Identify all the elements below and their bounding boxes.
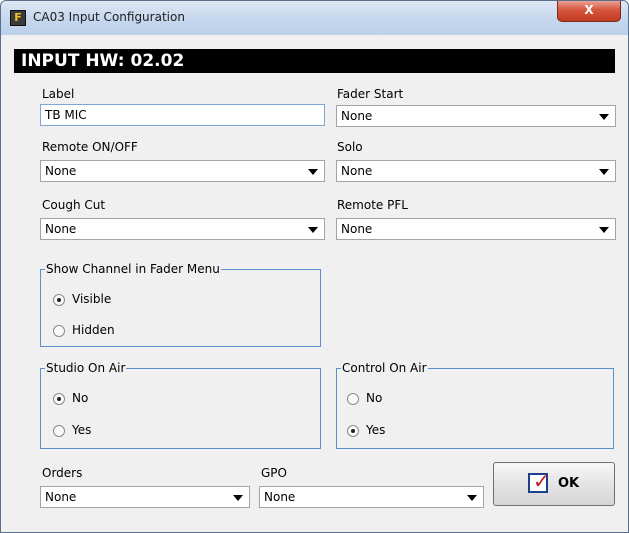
fader-start-dropdown[interactable]: None: [336, 105, 616, 127]
solo-dropdown[interactable]: None: [336, 160, 616, 182]
control-no-radio[interactable]: [347, 393, 359, 405]
studio-yes-label: Yes: [72, 423, 92, 437]
close-icon: X: [584, 3, 594, 17]
close-button[interactable]: X: [557, 1, 621, 22]
studio-on-air-title: Studio On Air: [45, 361, 127, 375]
control-yes-label: Yes: [366, 423, 386, 437]
dropdown-arrow-icon: [308, 169, 318, 175]
dropdown-arrow-icon: [308, 227, 318, 233]
remote-onoff-caption: Remote ON/OFF: [42, 140, 138, 154]
cough-cut-caption: Cough Cut: [42, 198, 106, 212]
dropdown-arrow-icon: [467, 495, 477, 501]
title-bar[interactable]: F CA03 Input Configuration: [1, 1, 628, 35]
ok-check-icon: ✓: [528, 469, 550, 493]
check-mark: ✓: [533, 469, 550, 493]
gpo-dropdown[interactable]: None: [259, 486, 484, 508]
label-caption: Label: [42, 87, 75, 101]
window-title: CA03 Input Configuration: [33, 10, 185, 24]
dropdown-arrow-icon: [599, 169, 609, 175]
input-header: INPUT HW: 02.02: [21, 51, 185, 71]
cough-cut-dropdown[interactable]: None: [40, 218, 325, 240]
control-no-label: No: [366, 391, 383, 405]
show-channel-title: Show Channel in Fader Menu: [45, 262, 221, 276]
studio-no-radio[interactable]: [53, 393, 65, 405]
ok-label: OK: [558, 476, 580, 491]
dropdown-arrow-icon: [599, 227, 609, 233]
dropdown-arrow-icon: [233, 495, 243, 501]
hidden-label: Hidden: [72, 323, 115, 337]
orders-dropdown[interactable]: None: [40, 486, 250, 508]
control-yes-radio[interactable]: [347, 425, 359, 437]
ok-button[interactable]: ✓ OK: [493, 462, 615, 506]
gpo-value: None: [264, 490, 296, 504]
label-input[interactable]: TB MIC: [40, 104, 325, 126]
solo-value: None: [341, 164, 373, 178]
remote-pfl-value: None: [341, 222, 373, 236]
control-on-air-title: Control On Air: [341, 361, 428, 375]
remote-onoff-dropdown[interactable]: None: [40, 160, 325, 182]
remote-pfl-caption: Remote PFL: [337, 198, 408, 212]
hidden-radio[interactable]: [53, 325, 65, 337]
cough-cut-value: None: [45, 222, 77, 236]
visible-label: Visible: [72, 292, 112, 306]
studio-yes-radio[interactable]: [53, 425, 65, 437]
orders-caption: Orders: [42, 466, 83, 480]
studio-no-label: No: [72, 391, 89, 405]
fader-start-value: None: [341, 109, 373, 123]
visible-radio[interactable]: [53, 294, 65, 306]
gpo-caption: GPO: [261, 466, 287, 480]
fader-start-caption: Fader Start: [337, 87, 404, 101]
remote-pfl-dropdown[interactable]: None: [336, 218, 616, 240]
app-icon: F: [10, 10, 26, 26]
solo-caption: Solo: [337, 140, 363, 154]
remote-onoff-value: None: [45, 164, 77, 178]
orders-value: None: [45, 490, 77, 504]
dropdown-arrow-icon: [599, 114, 609, 120]
